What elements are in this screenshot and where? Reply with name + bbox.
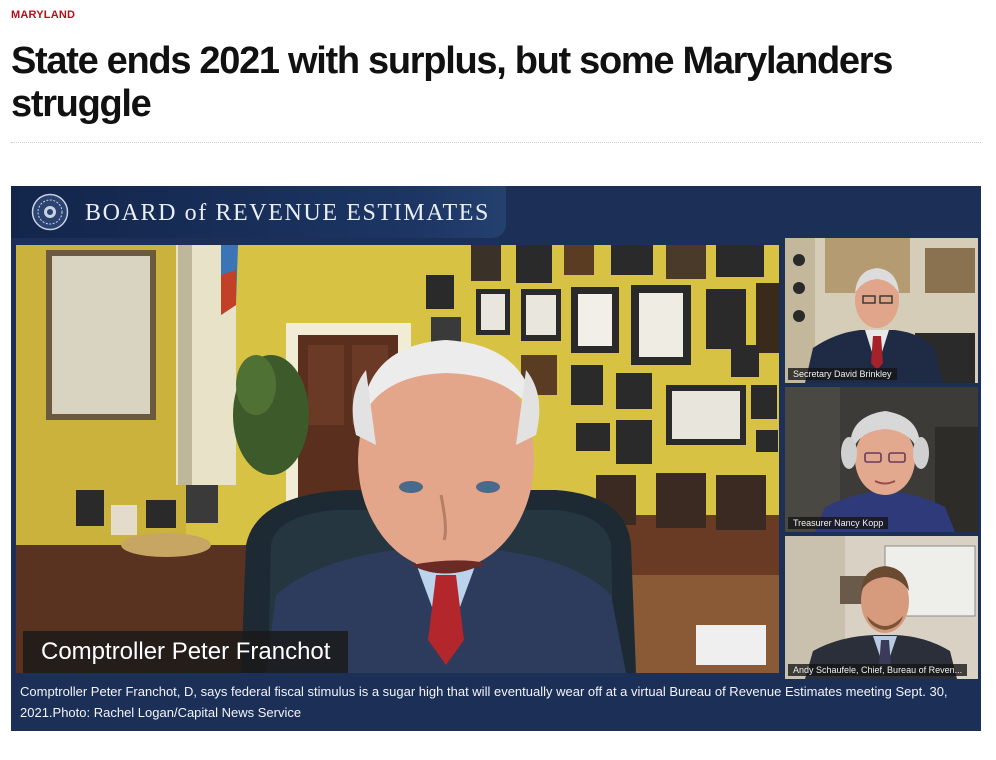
participant-video-kopp: Treasurer Nancy Kopp — [785, 387, 978, 532]
participant-label: Secretary David Brinkley — [788, 368, 897, 380]
main-speaker-video — [16, 245, 779, 673]
participant-label: Andy Schaufele, Chief, Bureau of Reven..… — [788, 664, 968, 676]
article-photo: BOARD of REVENUE ESTIMATES Secretary Dav… — [11, 186, 981, 731]
category-link[interactable]: MARYLAND — [11, 9, 75, 21]
headline-divider — [11, 142, 981, 143]
participant-video-brinkley: Secretary David Brinkley — [785, 238, 978, 383]
participant-video-schaufele: Andy Schaufele, Chief, Bureau of Reven..… — [785, 536, 978, 679]
participant-label: Treasurer Nancy Kopp — [788, 517, 889, 529]
board-banner: BOARD of REVENUE ESTIMATES — [11, 186, 506, 238]
speaker-name-plate: Comptroller Peter Franchot — [23, 631, 349, 673]
photo-caption: Comptroller Peter Franchot, D, says fede… — [20, 684, 948, 720]
state-seal-icon — [31, 193, 69, 231]
article-headline: State ends 2021 with surplus, but some M… — [11, 40, 893, 125]
banner-title: BOARD of REVENUE ESTIMATES — [85, 200, 490, 226]
